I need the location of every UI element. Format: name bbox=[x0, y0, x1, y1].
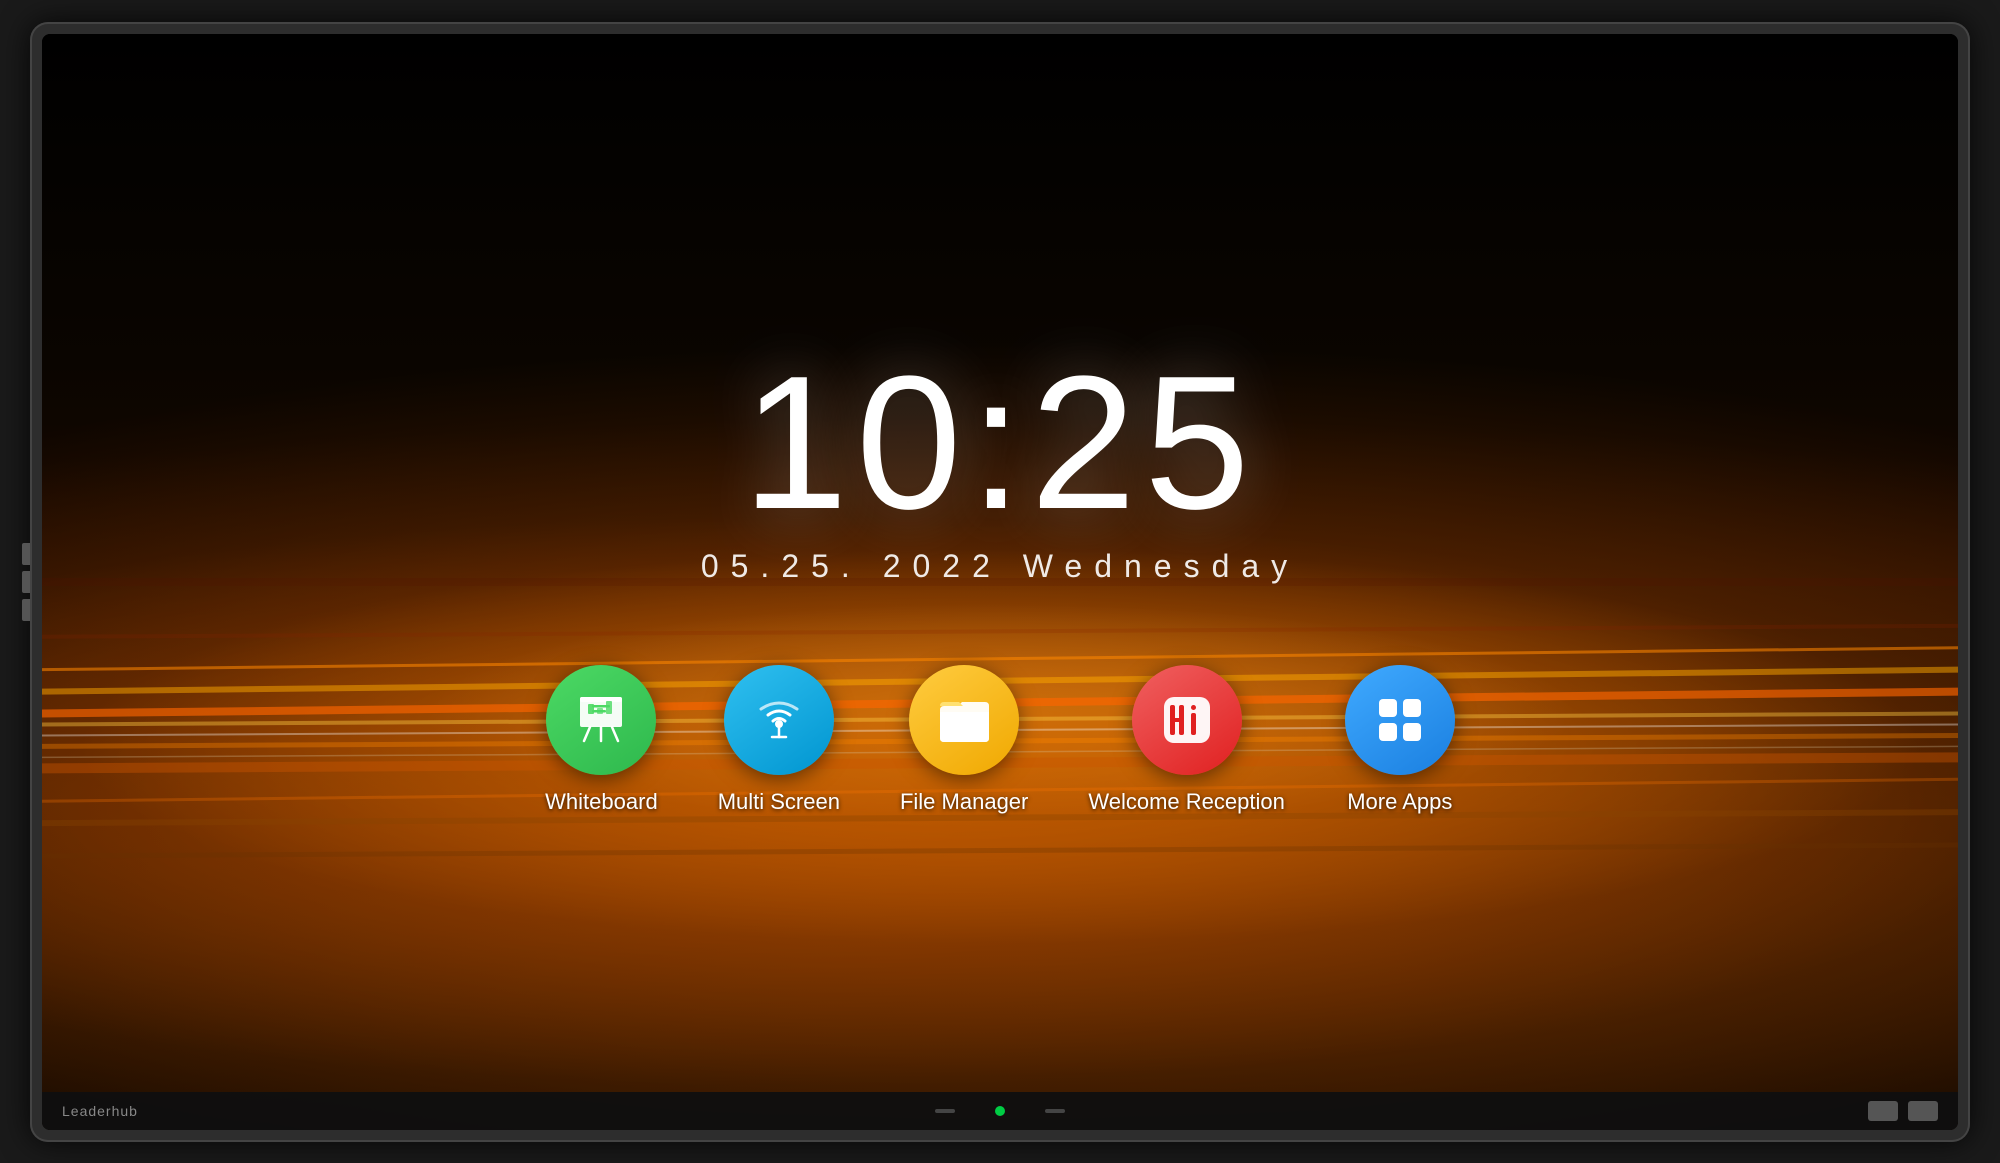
moreapps-icon[interactable] bbox=[1345, 665, 1455, 775]
bottom-bar: Leaderhub bbox=[42, 1092, 1958, 1130]
brand-label: Leaderhub bbox=[62, 1103, 138, 1119]
bezel-button-3 bbox=[22, 599, 30, 621]
bottom-indicator-1 bbox=[935, 1109, 955, 1113]
bottom-icon-2[interactable] bbox=[1908, 1101, 1938, 1121]
bezel-button-1 bbox=[22, 543, 30, 565]
screen: 10:25 05.25. 2022 Wednesday bbox=[42, 34, 1958, 1130]
app-item-moreapps[interactable]: More Apps bbox=[1345, 665, 1455, 815]
bottom-center-indicators bbox=[935, 1106, 1065, 1116]
bezel-button-2 bbox=[22, 571, 30, 593]
multiscreen-icon[interactable] bbox=[724, 665, 834, 775]
bezel-side-buttons bbox=[22, 543, 30, 621]
filemanager-label: File Manager bbox=[900, 789, 1028, 815]
bottom-indicator-2 bbox=[1045, 1109, 1065, 1113]
app-item-filemanager[interactable]: File Manager bbox=[900, 665, 1028, 815]
app-item-multiscreen[interactable]: Multi Screen bbox=[718, 665, 840, 815]
clock-date: 05.25. 2022 Wednesday bbox=[701, 548, 1299, 585]
bottom-status-dot bbox=[995, 1106, 1005, 1116]
moreapps-label: More Apps bbox=[1347, 789, 1452, 815]
filemanager-icon[interactable] bbox=[909, 665, 1019, 775]
welcome-label: Welcome Reception bbox=[1088, 789, 1284, 815]
main-content: 10:25 05.25. 2022 Wednesday bbox=[42, 348, 1958, 815]
app-grid: Whiteboard bbox=[545, 665, 1455, 815]
app-item-welcome[interactable]: Welcome Reception bbox=[1088, 665, 1284, 815]
monitor-bezel: 10:25 05.25. 2022 Wednesday bbox=[30, 22, 1970, 1142]
whiteboard-label: Whiteboard bbox=[545, 789, 658, 815]
welcome-icon[interactable] bbox=[1132, 665, 1242, 775]
bottom-icon-1[interactable] bbox=[1868, 1101, 1898, 1121]
app-item-whiteboard[interactable]: Whiteboard bbox=[545, 665, 658, 815]
clock-time: 10:25 bbox=[742, 348, 1257, 538]
bottom-right-icons bbox=[1868, 1101, 1938, 1121]
multiscreen-label: Multi Screen bbox=[718, 789, 840, 815]
whiteboard-icon[interactable] bbox=[546, 665, 656, 775]
